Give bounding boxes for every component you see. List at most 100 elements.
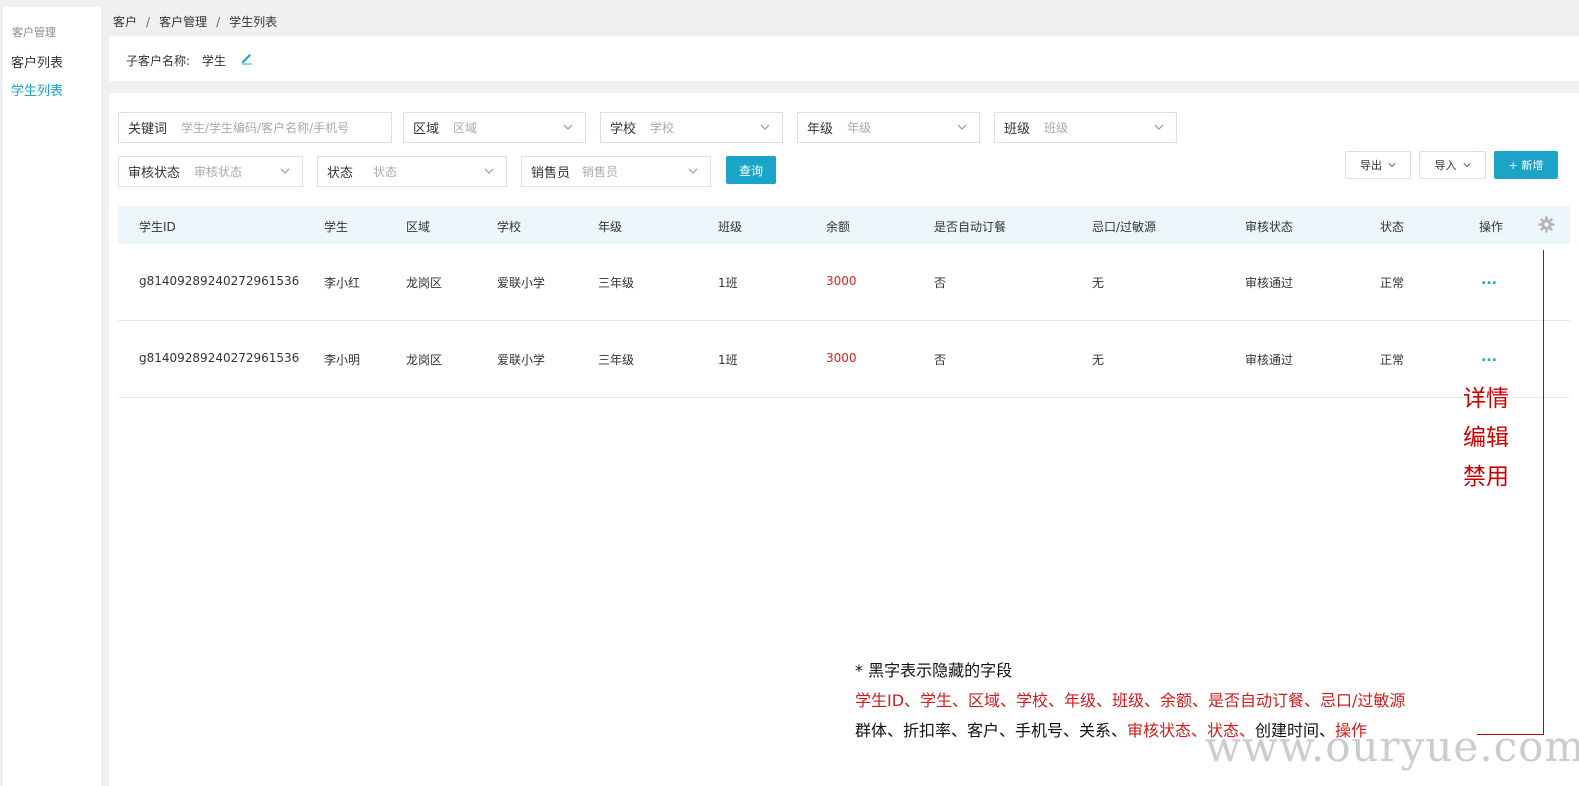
column-header: 审核状态 — [1245, 220, 1294, 234]
annotation-action-menu: 详情 编辑 禁用 — [1463, 380, 1509, 497]
cell-auto-order: 否 — [934, 276, 947, 290]
review-status-placeholder: 审核状态 — [194, 165, 243, 179]
sidebar: 客户管理 客户列表 学生列表 — [3, 7, 101, 786]
keyword-input[interactable] — [181, 120, 372, 135]
column-header: 学校 — [497, 220, 522, 234]
annotation-note-title: * 黑字表示隐藏的字段 — [855, 661, 1013, 680]
column-header: 学生ID — [139, 220, 176, 234]
cell-balance: 3000 — [826, 351, 857, 365]
export-button[interactable]: 导出 — [1345, 151, 1411, 179]
import-button-label: 导入 — [1434, 159, 1457, 172]
column-header: 余额 — [826, 220, 851, 234]
sidebar-item-student-list[interactable]: 学生列表 — [11, 80, 63, 99]
sub-customer-value: 学生 — [202, 54, 227, 68]
school-label: 学校 — [610, 122, 637, 137]
pencil-icon[interactable] — [240, 51, 254, 65]
chevron-down-icon — [957, 124, 967, 130]
salesperson-label: 销售员 — [531, 166, 571, 181]
chevron-down-icon — [760, 124, 770, 130]
status-label: 状态 — [327, 166, 354, 181]
breadcrumb: 客户 / 客户管理 / 学生列表 — [113, 13, 277, 30]
annotation-note-visible-fields: 学生ID、学生、区域、学校、年级、班级、余额、是否自动订餐、忌口/过敏源 — [855, 691, 1406, 710]
cell-allergy: 无 — [1092, 353, 1105, 367]
column-header: 年级 — [598, 220, 623, 234]
cell-region: 龙岗区 — [406, 353, 443, 367]
column-header: 忌口/过敏源 — [1092, 220, 1157, 234]
region-select[interactable]: 区域 区域 — [403, 112, 586, 143]
breadcrumb-separator: / — [146, 15, 151, 29]
watermark: www.ouryue.com — [1205, 722, 1579, 771]
cell-balance: 3000 — [826, 274, 857, 288]
status-select[interactable]: 状态 状态 — [317, 156, 507, 187]
column-header: 区域 — [406, 220, 431, 234]
grade-select[interactable]: 年级 年级 — [797, 112, 980, 143]
add-button[interactable]: + 新增 — [1494, 151, 1558, 179]
chevron-down-icon — [688, 168, 698, 174]
breadcrumb-item-student-list: 学生列表 — [229, 15, 278, 29]
region-label: 区域 — [413, 122, 440, 137]
cell-student-id: g81409289240272961536 — [139, 351, 300, 365]
cell-region: 龙岗区 — [406, 276, 443, 290]
keyword-field: 关键词 — [118, 112, 392, 143]
more-actions-button[interactable]: ... — [1481, 349, 1497, 365]
chevron-down-icon — [484, 168, 494, 174]
cell-review-status: 审核通过 — [1245, 353, 1294, 367]
chevron-down-icon — [1388, 163, 1396, 168]
cell-grade: 三年级 — [598, 276, 635, 290]
cell-status: 正常 — [1380, 353, 1405, 367]
export-button-label: 导出 — [1360, 159, 1382, 172]
column-header: 操作 — [1479, 220, 1504, 234]
gear-icon[interactable] — [1538, 216, 1555, 233]
column-header: 学生 — [324, 220, 349, 234]
cell-student-name: 李小红 — [324, 276, 361, 290]
cell-allergy: 无 — [1092, 276, 1105, 290]
table-row: g8140928924027296153​6 李小红 龙岗区 爱联小学 三年级 … — [118, 244, 1570, 321]
review-status-select[interactable]: 审核状态 审核状态 — [118, 156, 303, 187]
breadcrumb-separator: / — [216, 15, 221, 29]
query-button[interactable]: 查询 — [726, 156, 776, 184]
cell-class: 1班 — [718, 276, 738, 290]
cell-student-name: 李小明 — [324, 353, 361, 367]
keyword-label: 关键词 — [128, 122, 168, 137]
chevron-down-icon — [1462, 163, 1471, 168]
chevron-down-icon — [1154, 124, 1164, 130]
class-placeholder: 班级 — [1044, 121, 1069, 135]
annotation-menu-disable: 禁用 — [1463, 464, 1509, 490]
class-select[interactable]: 班级 班级 — [994, 112, 1177, 143]
salesperson-placeholder: 销售员 — [582, 165, 619, 179]
chevron-down-icon — [280, 168, 290, 174]
sidebar-item-customer-list[interactable]: 客户列表 — [11, 52, 63, 71]
school-placeholder: 学校 — [650, 121, 675, 135]
salesperson-select[interactable]: 销售员 销售员 — [521, 156, 711, 187]
column-header: 班级 — [718, 220, 743, 234]
grade-label: 年级 — [807, 122, 834, 137]
cell-student-id: g8140928924027296153​6 — [139, 274, 300, 288]
cell-school: 爱联小学 — [497, 276, 546, 290]
table-header: 学生ID 学生 区域 学校 年级 班级 余额 是否自动订餐 忌口/过敏源 审核状… — [118, 206, 1570, 244]
table-row: g81409289240272961536 李小明 龙岗区 爱联小学 三年级 1… — [118, 321, 1570, 398]
grade-placeholder: 年级 — [847, 121, 872, 135]
breadcrumb-item-customer-management[interactable]: 客户管理 — [159, 15, 207, 29]
breadcrumb-item-customer[interactable]: 客户 — [113, 15, 137, 29]
cell-status: 正常 — [1380, 276, 1405, 290]
cell-review-status: 审核通过 — [1245, 276, 1294, 290]
sub-customer-panel: 子客户名称: 学生 — [109, 36, 1579, 81]
more-actions-button[interactable]: ... — [1481, 272, 1497, 288]
cell-grade: 三年级 — [598, 353, 635, 367]
annotation-menu-detail: 详情 — [1463, 386, 1509, 412]
cell-auto-order: 否 — [934, 353, 947, 367]
class-label: 班级 — [1004, 122, 1031, 137]
import-button[interactable]: 导入 — [1419, 151, 1486, 179]
school-select[interactable]: 学校 学校 — [600, 112, 783, 143]
sidebar-section-title: 客户管理 — [12, 26, 56, 39]
main-panel: 关键词 区域 区域 学校 学校 年级 年级 班级 班级 审核状态 审核状态 状态… — [109, 93, 1579, 786]
review-status-label: 审核状态 — [128, 166, 181, 181]
cell-class: 1班 — [718, 353, 738, 367]
annotation-menu-edit: 编辑 — [1463, 425, 1509, 451]
chevron-down-icon — [563, 124, 573, 130]
status-placeholder: 状态 — [373, 165, 398, 179]
column-header: 状态 — [1380, 220, 1405, 234]
region-placeholder: 区域 — [453, 121, 478, 135]
column-header: 是否自动订餐 — [934, 220, 1007, 234]
annotation-note-part: 群体、折扣率、客户、手机号、关系、 — [855, 721, 1128, 740]
